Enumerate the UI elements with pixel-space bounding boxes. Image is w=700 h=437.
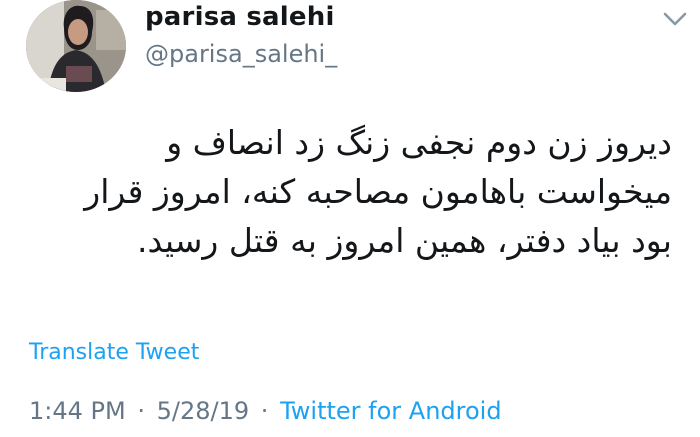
tweet-text-line: بود بیاد دفتر، همین امروز به قتل رسید. [137, 221, 672, 260]
tweet-text: دیروز زن دوم نجفی زنگ زد انصاف و میخواست… [12, 118, 672, 265]
meta-separator: · [137, 397, 145, 425]
tweet-text-line: دیروز زن دوم نجفی زنگ زد انصاف و [166, 123, 672, 162]
tweet-meta: 1:44 PM · 5/28/19 · Twitter for Android [29, 397, 502, 425]
author-handle[interactable]: @parisa_salehi_ [145, 40, 337, 68]
tweet-text-line: میخواست باهامون مصاحبه کنه، امروز قرار [84, 172, 672, 211]
translate-tweet-link[interactable]: Translate Tweet [29, 340, 199, 365]
avatar[interactable] [26, 0, 126, 92]
meta-separator: · [260, 397, 269, 425]
chevron-down-icon[interactable] [660, 8, 690, 30]
tweet-time[interactable]: 1:44 PM [29, 397, 126, 425]
avatar-image [26, 0, 126, 92]
author-name[interactable]: parisa salehi [145, 2, 335, 32]
tweet-source-link[interactable]: Twitter for Android [280, 397, 501, 425]
tweet-card: parisa salehi @parisa_salehi_ دیروز زن د… [0, 0, 700, 437]
tweet-date[interactable]: 5/28/19 [157, 397, 250, 425]
